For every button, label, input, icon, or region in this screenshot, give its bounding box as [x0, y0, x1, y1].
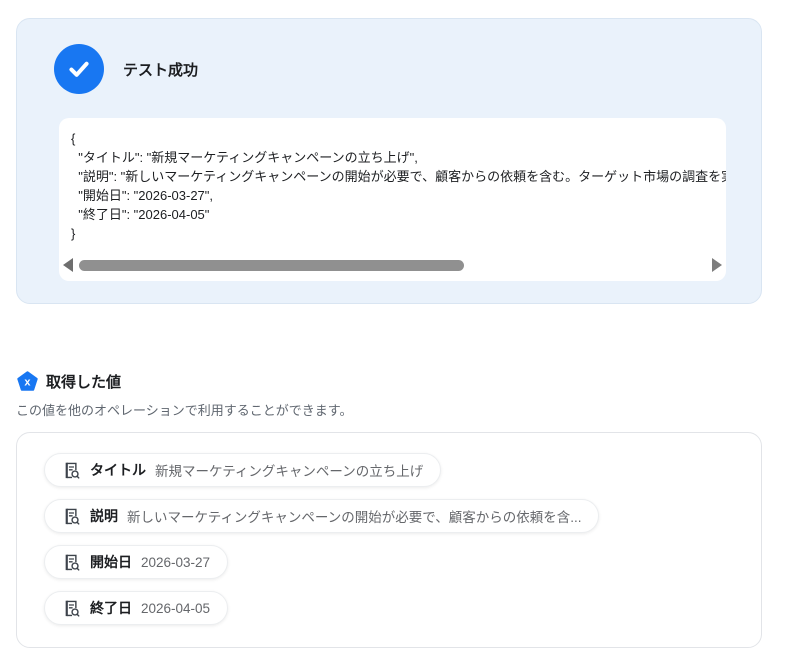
- svg-text:x: x: [24, 376, 31, 388]
- value-label: 説明: [90, 508, 118, 524]
- json-line: "開始日": "2026-03-27",: [71, 188, 214, 203]
- json-line: "タイトル": "新規マーケティングキャンペーンの立ち上げ",: [71, 150, 418, 165]
- value-pill-description[interactable]: 説明 新しいマーケティングキャンペーンの開始が必要で、顧客からの依頼を含...: [44, 499, 600, 533]
- value-pill-end-date[interactable]: 終了日 2026-04-05: [44, 591, 229, 625]
- value-text: 2026-03-27: [141, 554, 211, 570]
- value-row: 終了日 2026-04-05: [44, 591, 761, 625]
- json-line: {: [71, 131, 76, 146]
- value-pill-title[interactable]: タイトル 新規マーケティングキャンペーンの立ち上げ: [44, 453, 442, 487]
- horizontal-scrollbar[interactable]: [63, 254, 722, 276]
- json-result-box: { "タイトル": "新規マーケティングキャンペーンの立ち上げ", "説明": …: [59, 118, 726, 281]
- test-success-panel: テスト成功 { "タイトル": "新規マーケティングキャンペーンの立ち上げ", …: [16, 18, 762, 304]
- retrieved-values-title: 取得した値: [46, 374, 122, 391]
- scroll-right-arrow-icon[interactable]: [712, 258, 722, 272]
- value-pill-start-date[interactable]: 開始日 2026-03-27: [44, 545, 229, 579]
- value-text: 2026-04-05: [141, 600, 211, 616]
- json-line: "終了日": "2026-04-05": [71, 207, 210, 222]
- success-check-badge: [54, 44, 104, 94]
- document-search-icon: [62, 461, 81, 480]
- scrollbar-thumb[interactable]: [79, 259, 464, 271]
- check-icon: [69, 61, 89, 77]
- test-success-header: テスト成功: [54, 44, 198, 94]
- value-label: 終了日: [90, 600, 132, 616]
- variable-x-pentagon-icon: x: [17, 371, 38, 392]
- test-success-title: テスト成功: [123, 61, 199, 79]
- json-line: "説明": "新しいマーケティングキャンペーンの開始が必要で、顧客からの依頼を含…: [78, 169, 726, 184]
- retrieved-values-panel: タイトル 新規マーケティングキャンペーンの立ち上げ 説明 新しいマーケティングキ…: [16, 432, 762, 648]
- document-search-icon: [62, 553, 81, 572]
- value-text: 新規マーケティングキャンペーンの立ち上げ: [155, 464, 424, 479]
- value-label: 開始日: [90, 554, 132, 570]
- value-text: 新しいマーケティングキャンペーンの開始が必要で、顧客からの依頼を含...: [127, 510, 582, 525]
- json-line: }: [71, 226, 76, 241]
- document-search-icon: [62, 599, 81, 618]
- retrieved-values-subtitle: この値を他のオペレーションで利用することができます。: [16, 403, 353, 418]
- value-row: タイトル 新規マーケティングキャンペーンの立ち上げ: [44, 453, 761, 487]
- scroll-left-arrow-icon[interactable]: [63, 258, 73, 272]
- value-label: タイトル: [90, 462, 146, 478]
- retrieved-values-header: x 取得した値: [17, 371, 121, 392]
- json-result-text: { "タイトル": "新規マーケティングキャンペーンの立ち上げ", "説明": …: [59, 118, 726, 243]
- value-row: 説明 新しいマーケティングキャンペーンの開始が必要で、顧客からの依頼を含...: [44, 499, 761, 533]
- value-row: 開始日 2026-03-27: [44, 545, 761, 579]
- document-search-icon: [62, 507, 81, 526]
- scrollbar-track[interactable]: [73, 254, 712, 276]
